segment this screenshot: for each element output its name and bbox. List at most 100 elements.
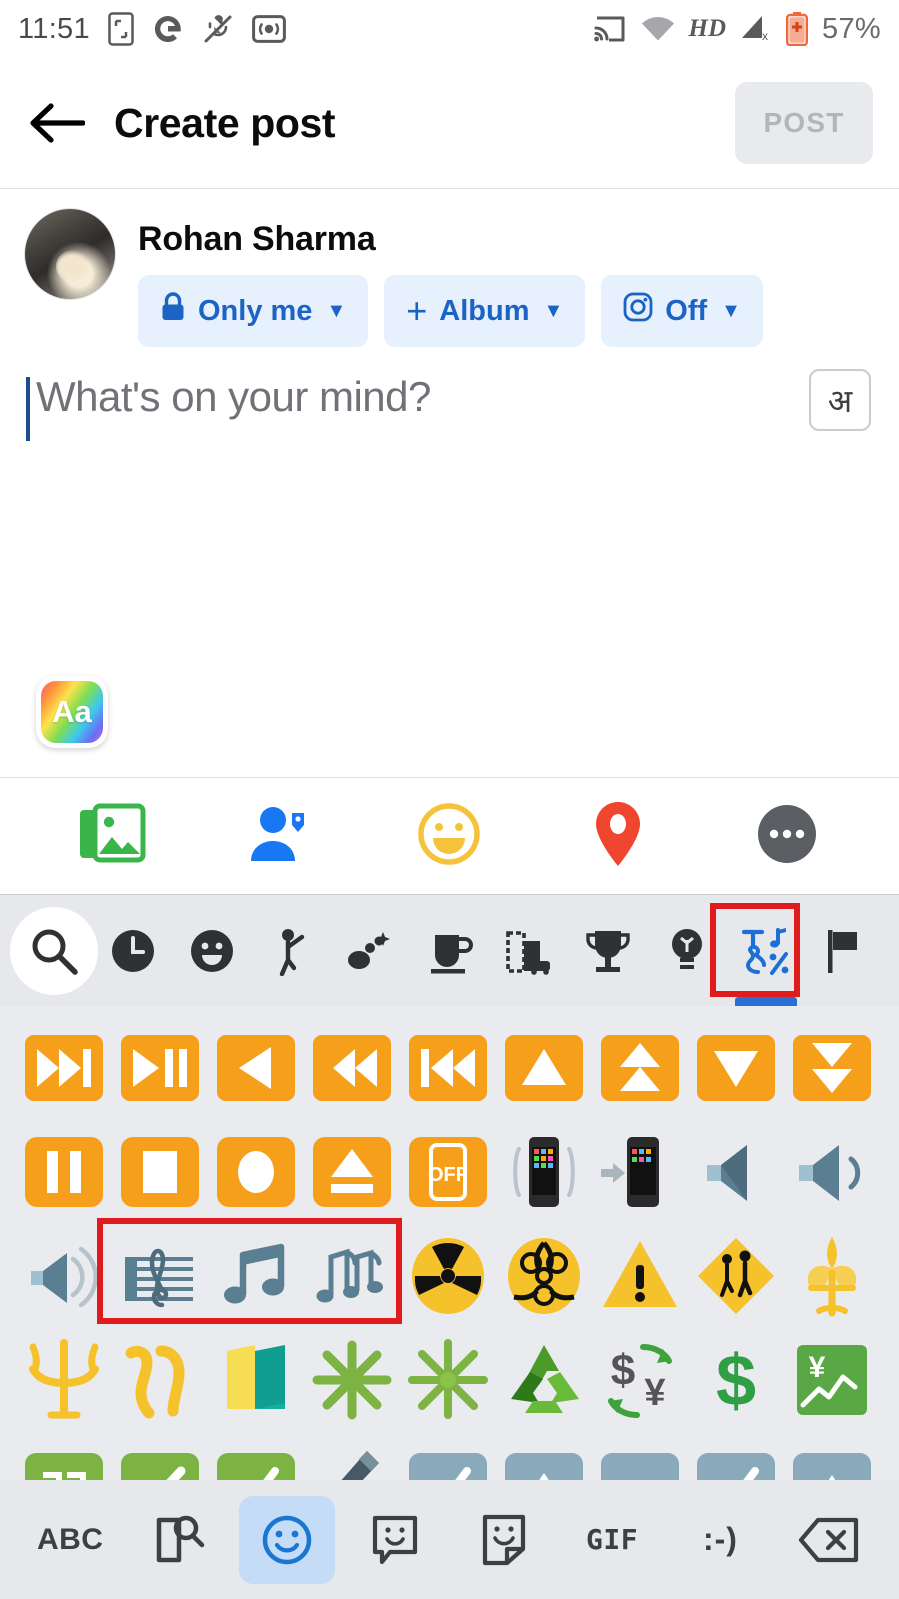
- signal-no-service-icon: x: [740, 14, 772, 44]
- chevron-down-icon: ▼: [543, 300, 564, 322]
- avatar[interactable]: [24, 208, 116, 300]
- emoji-category-smileys[interactable]: [172, 905, 251, 997]
- chevron-down-icon: ▼: [721, 300, 741, 322]
- phone-arrow-emoji[interactable]: [592, 1124, 688, 1220]
- emoji-category-people[interactable]: [252, 905, 331, 997]
- pen-emoji[interactable]: [304, 1436, 400, 1480]
- japanese-symbol-beginner-emoji[interactable]: [112, 1332, 208, 1428]
- mobile-phone-off-emoji[interactable]: OFF: [400, 1124, 496, 1220]
- status-left-group: 11:51: [18, 12, 286, 46]
- green-check-emoji[interactable]: [112, 1436, 208, 1480]
- sticker-key[interactable]: [456, 1496, 552, 1584]
- emoji-category-activities[interactable]: [568, 905, 647, 997]
- selected-category-indicator: [735, 996, 798, 1006]
- emoji-category-bar: [0, 895, 899, 1006]
- audience-chip-only-me[interactable]: Only me ▼: [138, 275, 369, 347]
- emoji-category-animals-nature[interactable]: [331, 905, 410, 997]
- speaker-high-volume-emoji[interactable]: [16, 1228, 112, 1324]
- wifi-icon: [641, 16, 675, 42]
- more-options-button[interactable]: [741, 790, 833, 882]
- record-button-emoji[interactable]: [208, 1124, 304, 1220]
- emoji-category-symbols[interactable]: [727, 905, 806, 1006]
- text-emoticon-key-label: :-): [702, 1521, 738, 1557]
- abc-key[interactable]: ABC: [22, 1496, 118, 1584]
- upwards-button-emoji[interactable]: [496, 1020, 592, 1116]
- fast-forward-emoji[interactable]: [16, 1020, 112, 1116]
- instagram-crosspost-chip[interactable]: Off ▼: [601, 275, 763, 347]
- trident-emblem-emoji[interactable]: [16, 1332, 112, 1428]
- identity-row: Rohan Sharma Only me ▼ + Album ▼ Off ▼: [0, 190, 899, 347]
- fast-up-button-emoji[interactable]: [592, 1020, 688, 1116]
- heavy-dollar-sign-emoji[interactable]: $: [688, 1332, 784, 1428]
- travel-places-icon: [505, 930, 550, 975]
- currency-exchange-emoji[interactable]: $ ¥: [592, 1332, 688, 1428]
- background-style-button[interactable]: Aa: [36, 676, 108, 748]
- blue-mark-emoji-b[interactable]: [688, 1436, 784, 1480]
- warning-emoji[interactable]: [592, 1228, 688, 1324]
- emoji-key[interactable]: [238, 1495, 335, 1584]
- play-pause-emoji[interactable]: [112, 1020, 208, 1116]
- musical-note-emoji[interactable]: [208, 1228, 304, 1324]
- post-button[interactable]: POST: [735, 82, 873, 164]
- backspace-icon: [798, 1517, 858, 1562]
- fast-down-button-emoji[interactable]: [784, 1020, 880, 1116]
- emoji-category-recent[interactable]: [93, 905, 172, 997]
- search-icon: [32, 929, 78, 975]
- composer-chip-row: Only me ▼ + Album ▼ Off ▼: [138, 275, 875, 347]
- speaker-medium-volume-emoji[interactable]: [784, 1124, 880, 1220]
- stop-button-emoji[interactable]: [112, 1124, 208, 1220]
- musical-score-emoji[interactable]: [112, 1228, 208, 1324]
- blue-dash-emoji[interactable]: [592, 1436, 688, 1480]
- green-square-emoji-a[interactable]: [16, 1436, 112, 1480]
- vibration-mode-emoji[interactable]: [496, 1124, 592, 1220]
- search-emoji-key[interactable]: [131, 1496, 227, 1584]
- emoticon-key[interactable]: [347, 1496, 443, 1584]
- food-drink-icon: [430, 934, 473, 973]
- last-track-emoji[interactable]: [400, 1020, 496, 1116]
- feeling-activity-button[interactable]: [403, 790, 495, 882]
- name-badge-emoji[interactable]: [208, 1332, 304, 1428]
- photo-video-icon: [77, 803, 147, 870]
- post-text-placeholder: What's on your mind?: [36, 373, 431, 420]
- pause-button-emoji[interactable]: [16, 1124, 112, 1220]
- album-chip[interactable]: + Album ▼: [384, 275, 586, 347]
- blue-mark-emoji-c[interactable]: [784, 1436, 880, 1480]
- recycling-symbol-emoji[interactable]: [496, 1332, 592, 1428]
- backspace-key[interactable]: [781, 1496, 877, 1584]
- back-button[interactable]: [26, 92, 88, 154]
- language-transliteration-button[interactable]: अ: [809, 369, 871, 431]
- emoji-category-objects[interactable]: [648, 905, 727, 997]
- photo-video-button[interactable]: [66, 790, 158, 882]
- musical-notes-emoji[interactable]: [304, 1228, 400, 1324]
- chart-increasing-yen-emoji[interactable]: ¥: [784, 1332, 880, 1428]
- children-crossing-emoji[interactable]: [688, 1228, 784, 1324]
- emoji-category-travel-places[interactable]: [489, 905, 568, 997]
- biohazard-emoji[interactable]: [496, 1228, 592, 1324]
- speaker-low-volume-emoji[interactable]: [688, 1124, 784, 1220]
- recent-clock-icon: [111, 929, 154, 972]
- rewind-emoji[interactable]: [304, 1020, 400, 1116]
- eight-spoked-asterisk-emoji[interactable]: [304, 1332, 400, 1428]
- eject-button-emoji[interactable]: [304, 1124, 400, 1220]
- text-emoticon-key[interactable]: :-): [672, 1496, 768, 1584]
- tag-people-button[interactable]: [235, 790, 327, 882]
- fleur-de-lis-emoji[interactable]: [784, 1228, 880, 1324]
- radioactive-emoji[interactable]: [400, 1228, 496, 1324]
- blue-up-emoji[interactable]: [496, 1436, 592, 1480]
- emoji-category-search[interactable]: [9, 905, 98, 997]
- text-cursor: [26, 377, 30, 441]
- gif-key[interactable]: GIF: [564, 1496, 660, 1584]
- emoji-category-food-drink[interactable]: [410, 905, 489, 997]
- reverse-button-emoji[interactable]: [208, 1020, 304, 1116]
- chevron-down-icon: ▼: [326, 300, 347, 322]
- blue-mark-emoji-a[interactable]: [400, 1436, 496, 1480]
- green-mark-emoji[interactable]: [208, 1436, 304, 1480]
- emoji-category-flags[interactable]: [806, 905, 885, 997]
- downwards-button-emoji[interactable]: [688, 1020, 784, 1116]
- emoji-grid[interactable]: OFF $ ¥ $ ¥: [0, 1006, 899, 1480]
- location-button[interactable]: [572, 790, 664, 882]
- sparkle-emoji[interactable]: [400, 1332, 496, 1428]
- smileys-icon: [190, 929, 233, 972]
- composer-area: Rohan Sharma Only me ▼ + Album ▼ Off ▼ W…: [0, 190, 899, 775]
- post-text-input-row[interactable]: What's on your mind? अ: [0, 347, 899, 441]
